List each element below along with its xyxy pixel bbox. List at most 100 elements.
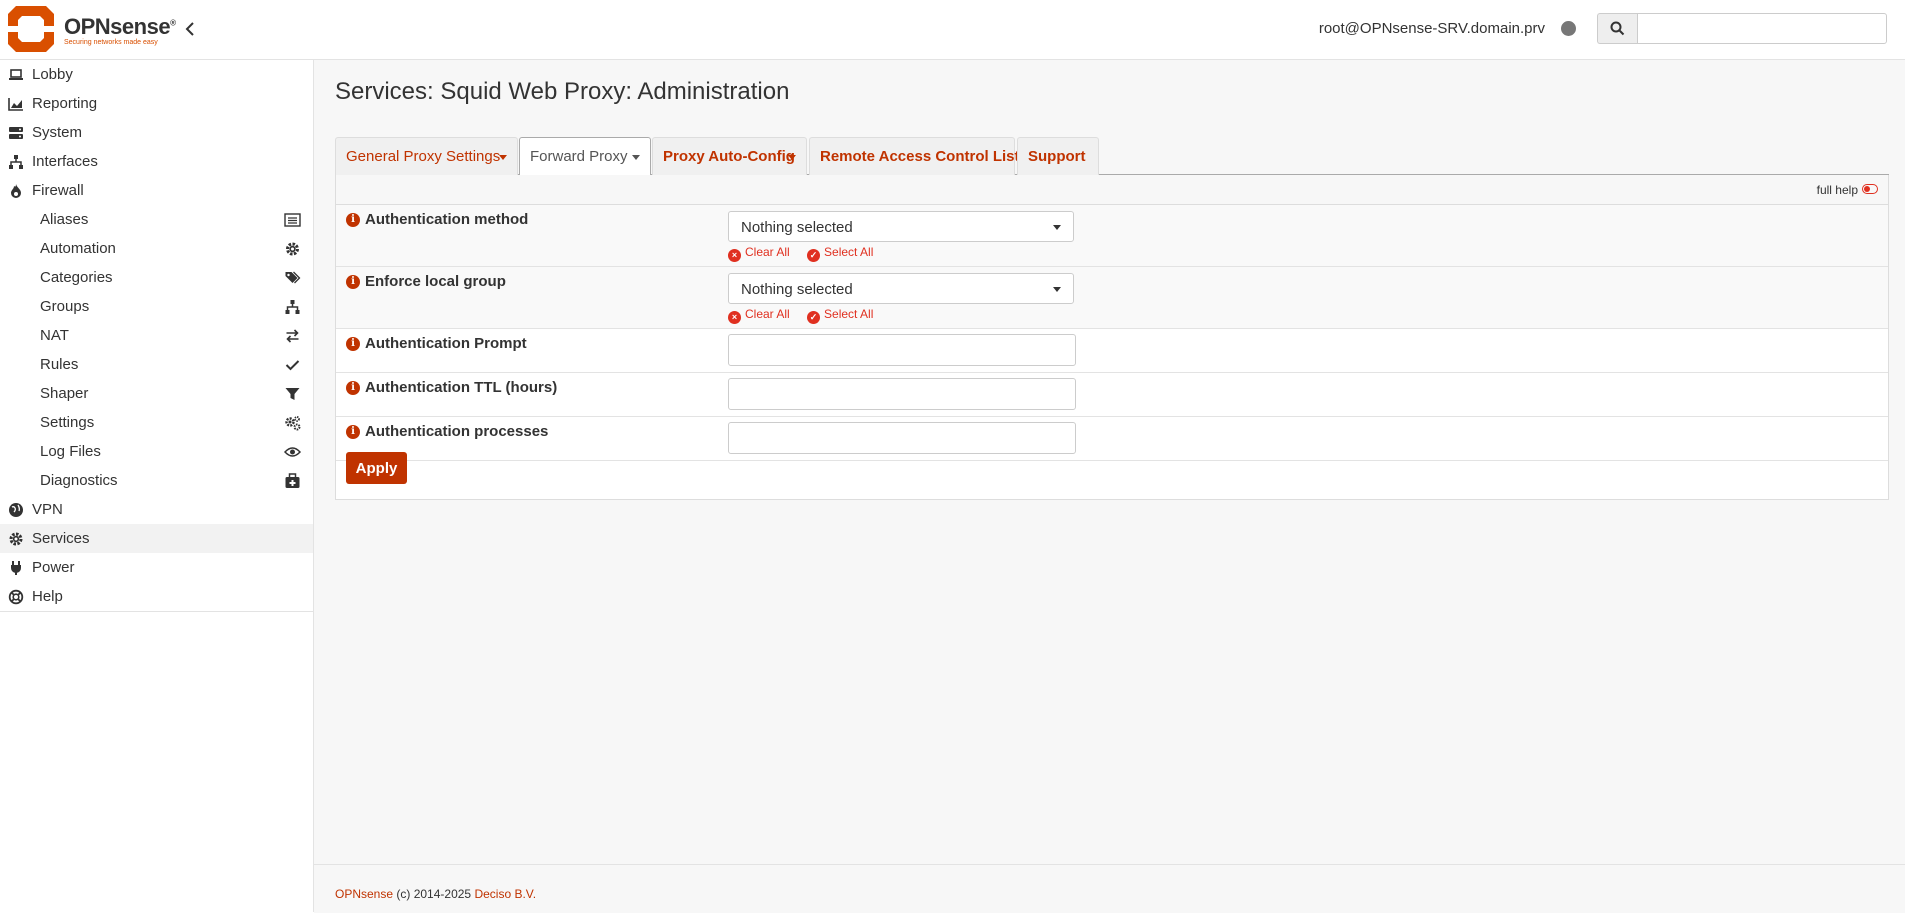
sidebar-item-label: Power [32, 559, 75, 576]
sidebar-item-services[interactable]: Services [0, 524, 313, 553]
info-icon[interactable]: i [346, 337, 360, 351]
field-row-auth-method: i Authentication method Nothing selected… [336, 205, 1888, 267]
filter-icon [285, 388, 300, 400]
brand-name: OPNsense® [64, 14, 176, 39]
footer-copyright: (c) 2014-2025 [396, 887, 472, 901]
page-title: Services: Squid Web Proxy: Administratio… [335, 78, 790, 105]
gears-icon [285, 416, 301, 431]
sidebar-subitem-label: Diagnostics [40, 472, 118, 489]
list-icon [284, 213, 301, 227]
auth-processes-input[interactable] [728, 422, 1076, 454]
info-icon[interactable]: i [346, 425, 360, 439]
sidebar-item-firewall[interactable]: Firewall [0, 176, 313, 205]
clear-all-link[interactable]: × Clear All [728, 245, 790, 262]
field-label: Authentication processes [365, 423, 549, 440]
sidebar-subitem-label: Shaper [40, 385, 89, 402]
sidebar-item-label: VPN [32, 501, 63, 518]
field-row-auth-ttl: i Authentication TTL (hours) [336, 373, 1888, 417]
sidebar-item-reporting[interactable]: Reporting [0, 89, 313, 118]
tags-icon [285, 271, 301, 284]
select-all-link[interactable]: ✓ Select All [807, 307, 873, 324]
chevron-down-icon [1053, 225, 1061, 230]
opnsense-logo[interactable] [6, 4, 56, 54]
select-actions: × Clear All ✓ Select All [728, 307, 887, 324]
field-label: Authentication Prompt [365, 335, 527, 352]
sidebar: Lobby Reporting System Interfaces Firewa… [0, 60, 314, 912]
full-help-toggle[interactable] [1862, 184, 1878, 194]
sidebar-item-label: Lobby [32, 66, 73, 83]
sidebar-subitem-label: Categories [40, 269, 113, 286]
local-group-select[interactable]: Nothing selected [728, 273, 1074, 304]
sidebar-item-label: Help [32, 588, 63, 605]
sidebar-item-system[interactable]: System [0, 118, 313, 147]
auth-method-select[interactable]: Nothing selected [728, 211, 1074, 242]
sidebar-subitem-shaper[interactable]: Shaper [0, 379, 313, 408]
settings-panel: full help i Authentication method Nothin… [335, 175, 1889, 500]
sidebar-item-lobby[interactable]: Lobby [0, 60, 313, 89]
sidebar-item-label: Interfaces [32, 153, 98, 170]
info-icon[interactable]: i [346, 381, 360, 395]
select-all-link[interactable]: ✓ Select All [807, 245, 873, 262]
footer-company-link[interactable]: Deciso B.V. [474, 887, 536, 901]
field-row-local-group: i Enforce local group Nothing selected ×… [336, 267, 1888, 329]
field-label: Authentication method [365, 211, 529, 228]
tab-label: Remote Access Control Lists [820, 148, 1028, 165]
tab-proxy-auto-config[interactable]: Proxy Auto-Config [652, 137, 807, 175]
tab-general-proxy-settings[interactable]: General Proxy Settings [335, 137, 518, 175]
tab-support[interactable]: Support [1017, 137, 1099, 175]
apply-button[interactable]: Apply [346, 452, 407, 484]
exchange-icon [286, 329, 299, 343]
sitemap-icon [9, 155, 23, 169]
tab-forward-proxy[interactable]: Forward Proxy [519, 137, 651, 176]
sidebar-subitem-aliases[interactable]: Aliases [0, 205, 313, 234]
sidebar-item-label: Reporting [32, 95, 98, 112]
fire-icon [11, 184, 21, 198]
auth-ttl-input[interactable] [728, 378, 1076, 410]
sidebar-subitem-label: NAT [40, 327, 69, 344]
field-label: Enforce local group [365, 273, 506, 290]
search-input[interactable] [1637, 13, 1887, 44]
sidebar-subitem-automation[interactable]: Automation [0, 234, 313, 263]
sidebar-subitem-categories[interactable]: Categories [0, 263, 313, 292]
plug-icon [11, 561, 21, 575]
sidebar-subitem-nat[interactable]: NAT [0, 321, 313, 350]
check-circle-icon: ✓ [807, 249, 821, 262]
chevron-down-icon[interactable] [499, 155, 507, 160]
user-name[interactable]: root@OPNsense-SRV.domain.prv [1319, 20, 1545, 37]
sidebar-item-power[interactable]: Power [0, 553, 313, 582]
sidebar-subitem-rules[interactable]: Rules [0, 350, 313, 379]
sidebar-item-interfaces[interactable]: Interfaces [0, 147, 313, 176]
sidebar-subitem-label: Automation [40, 240, 116, 257]
chevron-down-icon[interactable] [788, 155, 796, 160]
clear-all-link[interactable]: × Clear All [728, 307, 790, 324]
collapse-sidebar-icon[interactable] [180, 18, 200, 40]
sidebar-subitem-groups[interactable]: Groups [0, 292, 313, 321]
area-chart-icon [8, 98, 23, 111]
sidebar-item-help[interactable]: Help [0, 582, 313, 611]
info-icon[interactable]: i [346, 275, 360, 289]
search-button[interactable] [1597, 13, 1637, 44]
status-dot-icon[interactable] [1561, 21, 1576, 36]
sidebar-item-vpn[interactable]: VPN [0, 495, 313, 524]
chevron-down-icon[interactable] [632, 155, 640, 160]
field-row-auth-processes: i Authentication processes [336, 417, 1888, 461]
check-circle-icon: ✓ [807, 311, 821, 324]
auth-prompt-input[interactable] [728, 334, 1076, 366]
sitemap-icon [285, 300, 300, 314]
footer-brand-link[interactable]: OPNsense [335, 887, 393, 901]
info-icon[interactable]: i [346, 213, 360, 227]
sidebar-subitem-diagnostics[interactable]: Diagnostics [0, 466, 313, 495]
tab-label: Proxy Auto-Config [663, 148, 795, 165]
top-bar: OPNsense® Securing networks made easy ro… [0, 0, 1905, 60]
field-label: Authentication TTL (hours) [365, 379, 558, 396]
sidebar-subitem-settings[interactable]: Settings [0, 408, 313, 437]
tab-remote-access-control-lists[interactable]: Remote Access Control Lists [809, 137, 1028, 175]
sidebar-item-label: System [32, 124, 83, 141]
close-circle-icon: × [728, 249, 741, 262]
sidebar-item-label: Services [32, 530, 90, 547]
sidebar-subitem-log-files[interactable]: Log Files [0, 437, 313, 466]
eye-icon [284, 447, 301, 457]
tab-label: Support [1028, 148, 1086, 165]
select-actions: × Clear All ✓ Select All [728, 245, 887, 262]
tab-label: General Proxy Settings [346, 148, 501, 165]
